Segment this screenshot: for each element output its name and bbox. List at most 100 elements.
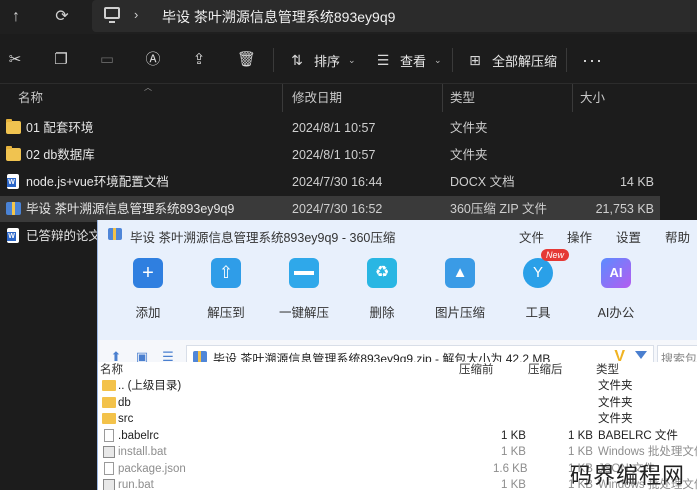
refresh-icon[interactable]: ⟳ <box>52 7 72 27</box>
address-bar[interactable]: › 毕设 茶叶溯源信息管理系统893ey9q9 <box>92 0 697 32</box>
menu-settings[interactable]: 设置 <box>616 227 641 246</box>
explorer-topbar: ↑ ⟳ › 毕设 茶叶溯源信息管理系统893ey9q9 <box>0 0 697 34</box>
zip-column-type[interactable]: 类型 <box>596 362 619 378</box>
file-size: 14 KB <box>619 175 654 189</box>
folder-icon <box>102 396 116 408</box>
view-button[interactable]: ☰ 查看 ⌄ <box>374 50 442 70</box>
file-type: 文件夹 <box>450 148 488 162</box>
zip-entry-name: install.bat <box>118 446 167 458</box>
file-name: 02 db数据库 <box>26 148 95 162</box>
zip-toolbar: + 添加 ⇧ 解压到 一键解压 ♻ 删除 ▲ 图片压缩 Y New 工具 AI … <box>98 249 697 340</box>
file-size: 21,753 KB <box>595 202 654 216</box>
file-row-selected[interactable]: 毕设 茶叶溯源信息管理系统893ey9q9 2024/7/30 16:52 36… <box>0 196 660 222</box>
delete-label: 删除 <box>369 306 395 320</box>
file-row[interactable]: node.js+vue环境配置文档 2024/7/30 16:44 DOCX 文… <box>0 169 660 195</box>
paste-icon[interactable]: ▭ <box>98 51 116 69</box>
menu-file[interactable]: 文件 <box>519 227 544 246</box>
column-size[interactable]: 大小 <box>570 84 605 112</box>
file-name: 已答辩的论文 <box>26 229 102 243</box>
menu-operation[interactable]: 操作 <box>567 227 592 246</box>
tools-button[interactable]: Y New 工具 <box>503 249 573 321</box>
file-row[interactable]: 01 配套环境 2024/8/1 10:57 文件夹 <box>0 115 660 141</box>
file-name: 毕设 茶叶溯源信息管理系统893ey9q9 <box>26 202 235 216</box>
file-icon <box>104 428 114 442</box>
image-compress-icon: ▲ <box>445 258 475 288</box>
zip-entry-before: 1 KB <box>501 479 526 490</box>
dropdown-arrow-icon[interactable] <box>635 351 647 359</box>
zip-entry-before: 1 KB <box>501 429 526 442</box>
file-list-header: 名称 修改日期 类型 大小 <box>0 84 660 112</box>
file-date: 2024/8/1 10:57 <box>292 121 376 135</box>
one-click-extract-button[interactable]: 一键解压 <box>269 258 339 321</box>
menu-help[interactable]: 帮助 <box>665 227 690 246</box>
zip-entry-before: 1 KB <box>501 446 526 458</box>
file-date: 2024/8/1 10:57 <box>292 148 376 162</box>
zip-entry-name: db <box>118 396 131 409</box>
file-type: DOCX 文档 <box>450 175 515 189</box>
chevron-down-icon: ⌄ <box>434 54 442 65</box>
add-button[interactable]: + 添加 <box>113 258 183 321</box>
extract-to-icon: ⇧ <box>211 258 241 288</box>
extract-to-button[interactable]: ⇧ 解压到 <box>191 258 261 321</box>
delete-icon[interactable]: 🗑 <box>237 51 256 69</box>
scrollbar[interactable] <box>660 84 697 220</box>
zip-entry-type: 文件夹 <box>598 413 633 425</box>
bat-icon <box>103 446 115 458</box>
zip-column-before[interactable]: 压缩前 <box>459 362 494 378</box>
column-date[interactable]: 修改日期 <box>282 84 342 112</box>
file-date: 2024/7/30 16:44 <box>292 175 383 189</box>
copy-icon[interactable]: ❐ <box>52 51 70 69</box>
file-row[interactable]: 02 db数据库 2024/8/1 10:57 文件夹 <box>0 142 660 168</box>
bat-icon <box>103 479 115 490</box>
zip-entry-name: run.bat <box>118 479 154 490</box>
zip-list-header: 名称 压缩前 压缩后 类型 <box>98 362 697 378</box>
view-icon: ☰ <box>376 51 390 68</box>
share-icon[interactable]: ⇪ <box>190 51 208 69</box>
one-click-extract-icon <box>289 258 319 288</box>
extract-to-label: 解压到 <box>207 306 245 320</box>
sort-button[interactable]: ⇅ 排序 ⌄ <box>288 50 356 70</box>
zip-entry-type: 文件夹 <box>598 380 633 392</box>
toolbar-divider <box>452 48 453 72</box>
explorer-toolbar: ✂ ❐ ▭ Ⓐ ⇪ 🗑 ⇅ 排序 ⌄ ☰ 查看 ⌄ ⊞ 全部解压缩 ··· <box>0 34 697 84</box>
chevron-right-icon: › <box>134 7 139 22</box>
zip-column-name[interactable]: 名称 <box>100 362 123 378</box>
docx-icon <box>7 228 19 243</box>
ai-office-button[interactable]: AI AI办公 <box>581 258 651 321</box>
folder-icon <box>102 380 116 391</box>
more-options-icon[interactable]: ··· <box>582 51 603 69</box>
column-name[interactable]: 名称 <box>8 84 43 112</box>
folder-icon <box>6 146 21 161</box>
file-name: 01 配套环境 <box>26 121 94 135</box>
zip-window: 毕设 茶叶溯源信息管理系统893ey9q9 - 360压缩 文件 操作 设置 帮… <box>97 220 697 490</box>
zip-entry-name: package.json <box>118 462 186 475</box>
back-arrow-icon[interactable]: ↑ <box>6 7 26 27</box>
file-type: 360压缩 ZIP 文件 <box>450 202 548 216</box>
zip-list-item[interactable]: .babelrc 1 KB 1 KB BABELRC 文件 <box>98 428 697 445</box>
zip-list-item[interactable]: db 文件夹 <box>98 395 697 412</box>
tools-icon: Y New <box>523 249 569 288</box>
rename-icon[interactable]: Ⓐ <box>144 51 162 69</box>
cut-icon[interactable]: ✂ <box>6 51 24 69</box>
zip-list-item[interactable]: src 文件夹 <box>98 411 697 428</box>
image-compress-button[interactable]: ▲ 图片压缩 <box>425 258 495 321</box>
image-compress-label: 图片压缩 <box>434 306 485 320</box>
computer-icon <box>104 7 120 23</box>
chevron-down-icon: ⌄ <box>348 54 356 65</box>
sort-label: 排序 <box>314 53 341 69</box>
zip-column-after[interactable]: 压缩后 <box>528 362 563 378</box>
folder-icon <box>6 119 21 134</box>
zip-entry-name: .babelrc <box>118 429 159 442</box>
column-type[interactable]: 类型 <box>440 84 475 112</box>
zip-list-item[interactable]: .. (上级目录) 文件夹 <box>98 378 697 395</box>
delete-button[interactable]: ♻ 删除 <box>347 258 417 321</box>
one-click-extract-label: 一键解压 <box>278 306 329 320</box>
zip-icon <box>6 202 21 215</box>
address-path: 毕设 茶叶溯源信息管理系统893ey9q9 <box>162 9 396 25</box>
delete-icon: ♻ <box>367 258 397 288</box>
file-date: 2024/7/30 16:52 <box>292 202 383 216</box>
zip-entry-type: BABELRC 文件 <box>598 429 678 442</box>
add-label: 添加 <box>135 306 161 320</box>
docx-icon <box>7 174 19 189</box>
extract-all-button[interactable]: ⊞ 全部解压缩 <box>466 50 557 70</box>
